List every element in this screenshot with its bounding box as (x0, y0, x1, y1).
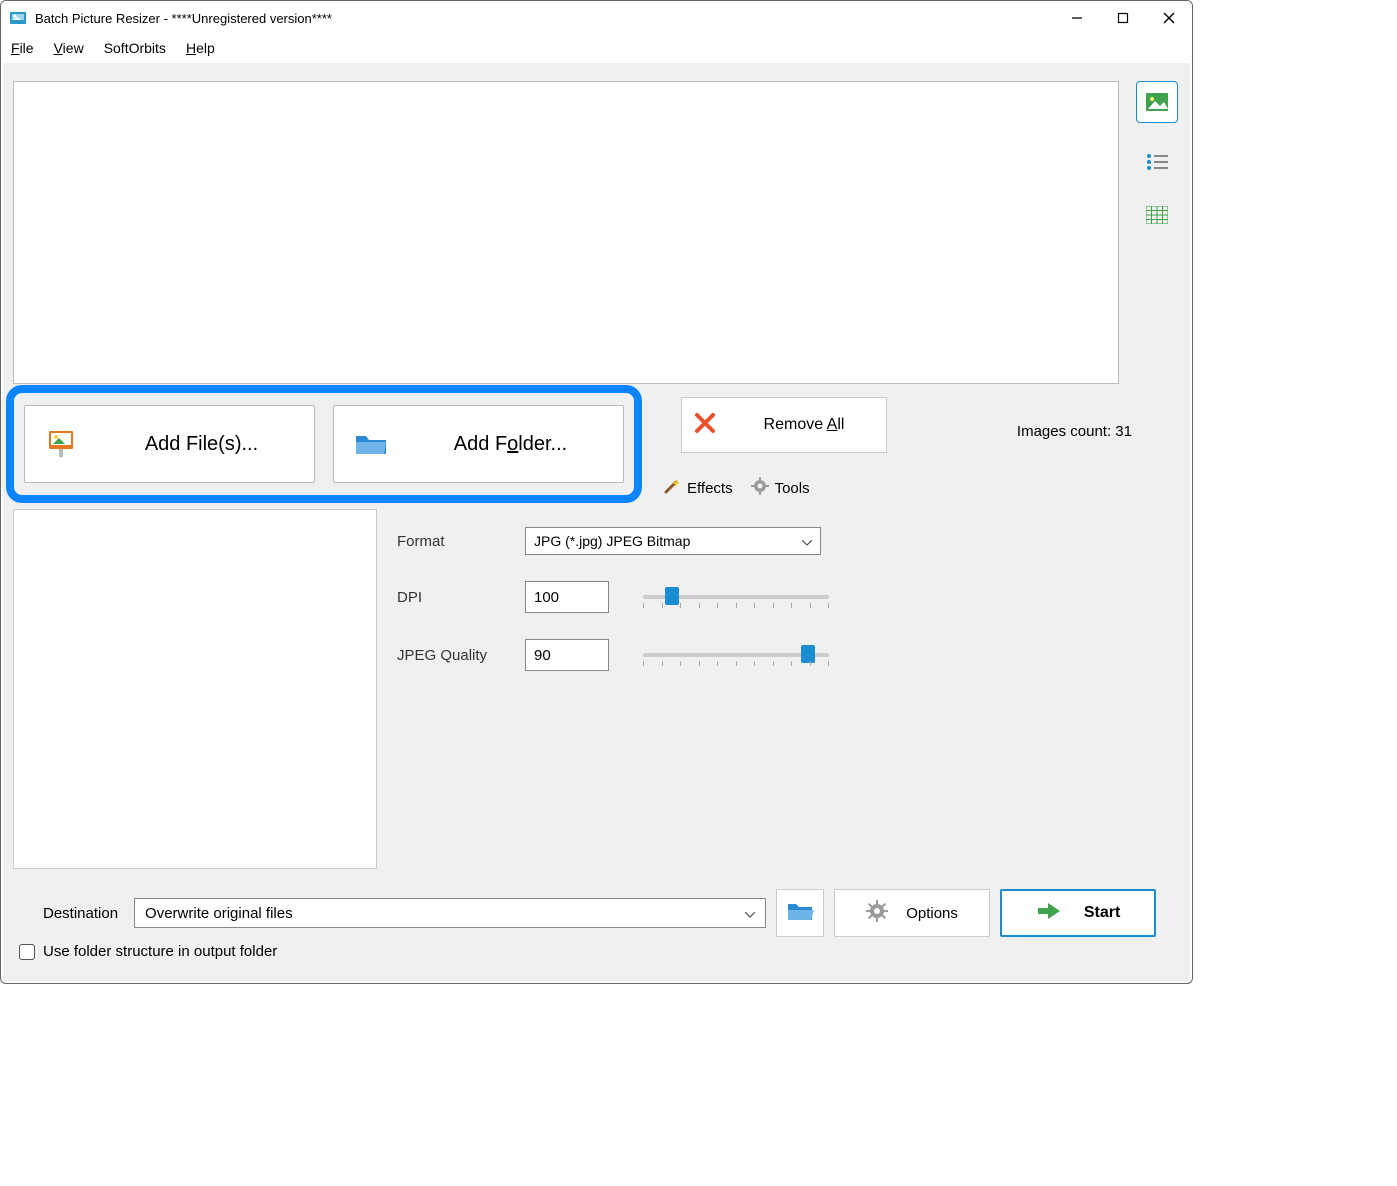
titlebar: Batch Picture Resizer - ****Unregistered… (1, 1, 1192, 35)
delete-icon (694, 412, 716, 439)
folder-open-icon (786, 900, 814, 927)
folder-icon (354, 427, 388, 461)
footer: Destination Overwrite original files Opt… (3, 871, 1190, 981)
destination-dropdown[interactable]: Overwrite original files (134, 898, 766, 928)
tabs: Effects Tools (657, 473, 816, 503)
view-grid-button[interactable] (1146, 206, 1168, 229)
images-count-label: Images count: 31 (1017, 423, 1132, 440)
menu-help[interactable]: Help (186, 40, 215, 56)
remove-all-label: Remove All (734, 416, 874, 434)
add-folder-button[interactable]: Add Folder... (333, 405, 624, 483)
use-folder-structure-checkbox[interactable] (19, 944, 35, 960)
list-icon (1146, 153, 1168, 171)
format-label: Format (397, 533, 525, 550)
menu-view[interactable]: View (54, 40, 84, 56)
minimize-button[interactable] (1054, 3, 1100, 33)
picture-icon (45, 427, 79, 461)
start-button[interactable]: Start (1000, 889, 1156, 937)
view-list-button[interactable] (1146, 153, 1168, 176)
app-window: Batch Picture Resizer - ****Unregistered… (0, 0, 1193, 984)
client-area: Add File(s)... Add Folder... Remove All … (3, 63, 1190, 981)
menu-file[interactable]: File (11, 40, 34, 56)
add-files-label: Add File(s)... (99, 433, 304, 456)
jpeg-quality-label: JPEG Quality (397, 647, 525, 664)
use-folder-structure-label: Use folder structure in output folder (43, 943, 277, 960)
menu-softorbits[interactable]: SoftOrbits (104, 40, 166, 56)
arrow-right-icon (1036, 901, 1062, 926)
thumbnail-panel (13, 509, 377, 869)
chevron-down-icon (745, 905, 755, 922)
add-files-button[interactable]: Add File(s)... (24, 405, 315, 483)
gear-icon (866, 900, 888, 926)
add-buttons-highlight: Add File(s)... Add Folder... (6, 385, 642, 503)
gear-icon (751, 477, 769, 499)
format-dropdown[interactable]: JPG (*.jpg) JPEG Bitmap (525, 527, 821, 555)
add-folder-label: Add Folder... (408, 433, 613, 456)
maximize-button[interactable] (1100, 3, 1146, 33)
destination-label: Destination (43, 905, 118, 922)
tab-tools[interactable]: Tools (745, 473, 816, 503)
dpi-slider[interactable] (643, 585, 829, 609)
dpi-label: DPI (397, 589, 525, 606)
options-button[interactable]: Options (834, 889, 990, 937)
view-thumbnails-button[interactable] (1136, 81, 1178, 123)
preview-area[interactable] (13, 81, 1119, 384)
menubar: File View SoftOrbits Help (1, 35, 1192, 61)
chevron-down-icon (802, 533, 812, 549)
output-settings-panel: Format JPG (*.jpg) JPEG Bitmap DPI 100 J… (387, 509, 1180, 869)
browse-folder-button[interactable] (776, 889, 824, 937)
dpi-input[interactable]: 100 (525, 581, 609, 613)
wand-icon (663, 477, 681, 499)
image-icon (1146, 93, 1168, 111)
grid-icon (1146, 206, 1168, 224)
tab-effects[interactable]: Effects (657, 473, 739, 503)
jpeg-quality-slider[interactable] (643, 643, 829, 667)
app-icon (9, 9, 27, 27)
view-mode-toolbar (1134, 81, 1180, 229)
jpeg-quality-input[interactable]: 90 (525, 639, 609, 671)
remove-all-button[interactable]: Remove All (681, 397, 887, 453)
window-title: Batch Picture Resizer - ****Unregistered… (35, 11, 332, 26)
close-button[interactable] (1146, 3, 1192, 33)
